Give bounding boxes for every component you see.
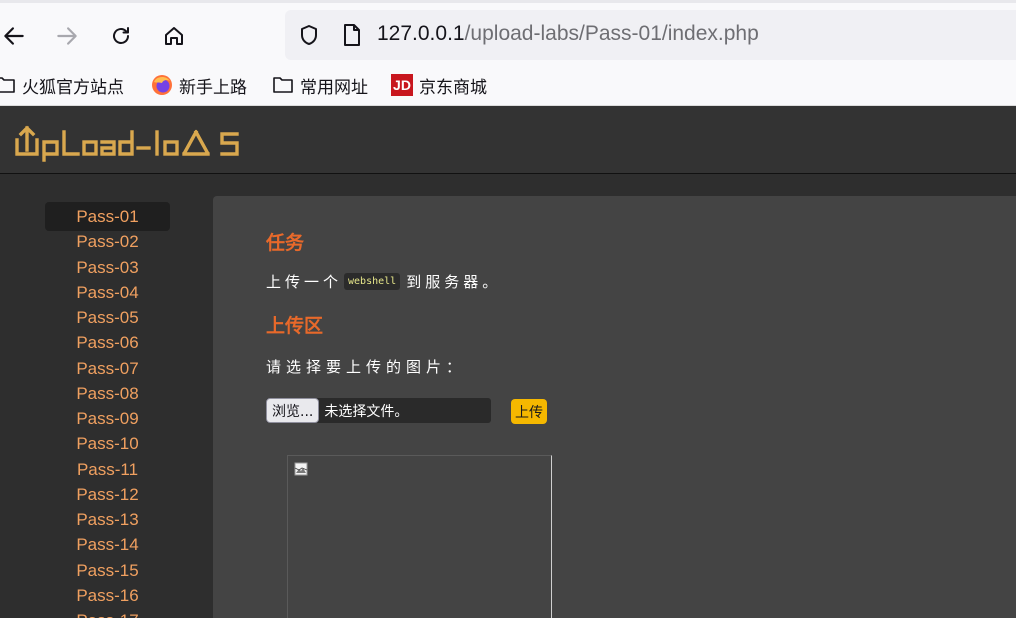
reload-button[interactable] xyxy=(105,20,137,52)
jd-logo-icon: JD xyxy=(391,74,413,96)
url-text[interactable]: 127.0.0.1/upload-labs/Pass-01/index.php xyxy=(377,22,759,46)
home-button[interactable] xyxy=(158,20,190,52)
folder-icon xyxy=(273,77,293,93)
sidebar-item-pass-10[interactable]: Pass-10 xyxy=(45,429,170,458)
bookmark-getting-started[interactable]: 新手上路 xyxy=(151,72,247,98)
url-path: /upload-labs/Pass-01/index.php xyxy=(464,22,759,45)
site-logo xyxy=(15,125,239,162)
sidebar: Pass-01 Pass-02 Pass-03 Pass-04 Pass-05 Pass-… xyxy=(0,175,213,618)
sidebar-item-pass-06[interactable]: Pass-06 xyxy=(45,328,170,357)
sidebar-item-pass-14[interactable]: Pass-14 xyxy=(45,530,170,559)
home-icon xyxy=(165,27,183,45)
browse-button[interactable]: 浏览... xyxy=(266,398,320,423)
shield-icon[interactable] xyxy=(297,23,321,47)
preview-image-box xyxy=(287,455,552,618)
reload-icon xyxy=(113,27,129,44)
site-header xyxy=(0,106,1016,174)
url-bar[interactable]: 127.0.0.1/upload-labs/Pass-01/index.php xyxy=(285,10,1016,60)
bookmark-jd[interactable]: JD 京东商城 xyxy=(391,72,487,98)
bookmark-label: 京东商城 xyxy=(419,77,487,98)
firefox-icon xyxy=(152,75,172,95)
bookmark-firefox-site[interactable]: 火狐官方站点 xyxy=(0,72,124,98)
broken-image-icon xyxy=(294,462,308,476)
upload-button[interactable]: 上传 xyxy=(511,399,547,424)
back-button[interactable] xyxy=(0,20,30,52)
task-description: 上传一个 webshell 到服务器。 xyxy=(266,271,501,292)
upload-heading: 上传区 xyxy=(266,315,324,337)
bookmark-label: 常用网址 xyxy=(300,77,368,98)
task-prefix: 上传一个 xyxy=(266,273,343,291)
forward-button[interactable] xyxy=(51,20,83,52)
sidebar-item-pass-17[interactable]: Pass-17 xyxy=(45,606,170,618)
bookmarks-bar: 火狐官方站点 新手上路 常用网址 JD 京东商城 xyxy=(0,66,1016,106)
main-panel: 任务 上传一个 webshell 到服务器。 上传区 请选择要上传的图片： 浏览… xyxy=(213,196,1016,618)
bookmark-common-sites[interactable]: 常用网址 xyxy=(272,72,368,98)
browser-toolbar: 127.0.0.1/upload-labs/Pass-01/index.php xyxy=(0,0,1016,66)
back-arrow-icon xyxy=(4,27,24,45)
file-status: 未选择文件。 xyxy=(324,403,409,420)
file-input[interactable]: 浏览... 未选择文件。 xyxy=(266,398,491,423)
bookmark-label: 新手上路 xyxy=(179,77,247,98)
task-suffix: 到服务器。 xyxy=(406,273,502,291)
sidebar-item-pass-02[interactable]: Pass-02 xyxy=(45,227,170,256)
task-code: webshell xyxy=(344,273,401,290)
page-icon[interactable] xyxy=(341,23,363,47)
forward-arrow-icon xyxy=(57,27,77,45)
url-host: 127.0.0.1 xyxy=(377,22,465,45)
task-heading: 任务 xyxy=(266,232,305,254)
bookmark-label: 火狐官方站点 xyxy=(22,77,124,98)
choose-label: 请选择要上传的图片： xyxy=(266,358,467,376)
folder-icon xyxy=(0,77,15,93)
